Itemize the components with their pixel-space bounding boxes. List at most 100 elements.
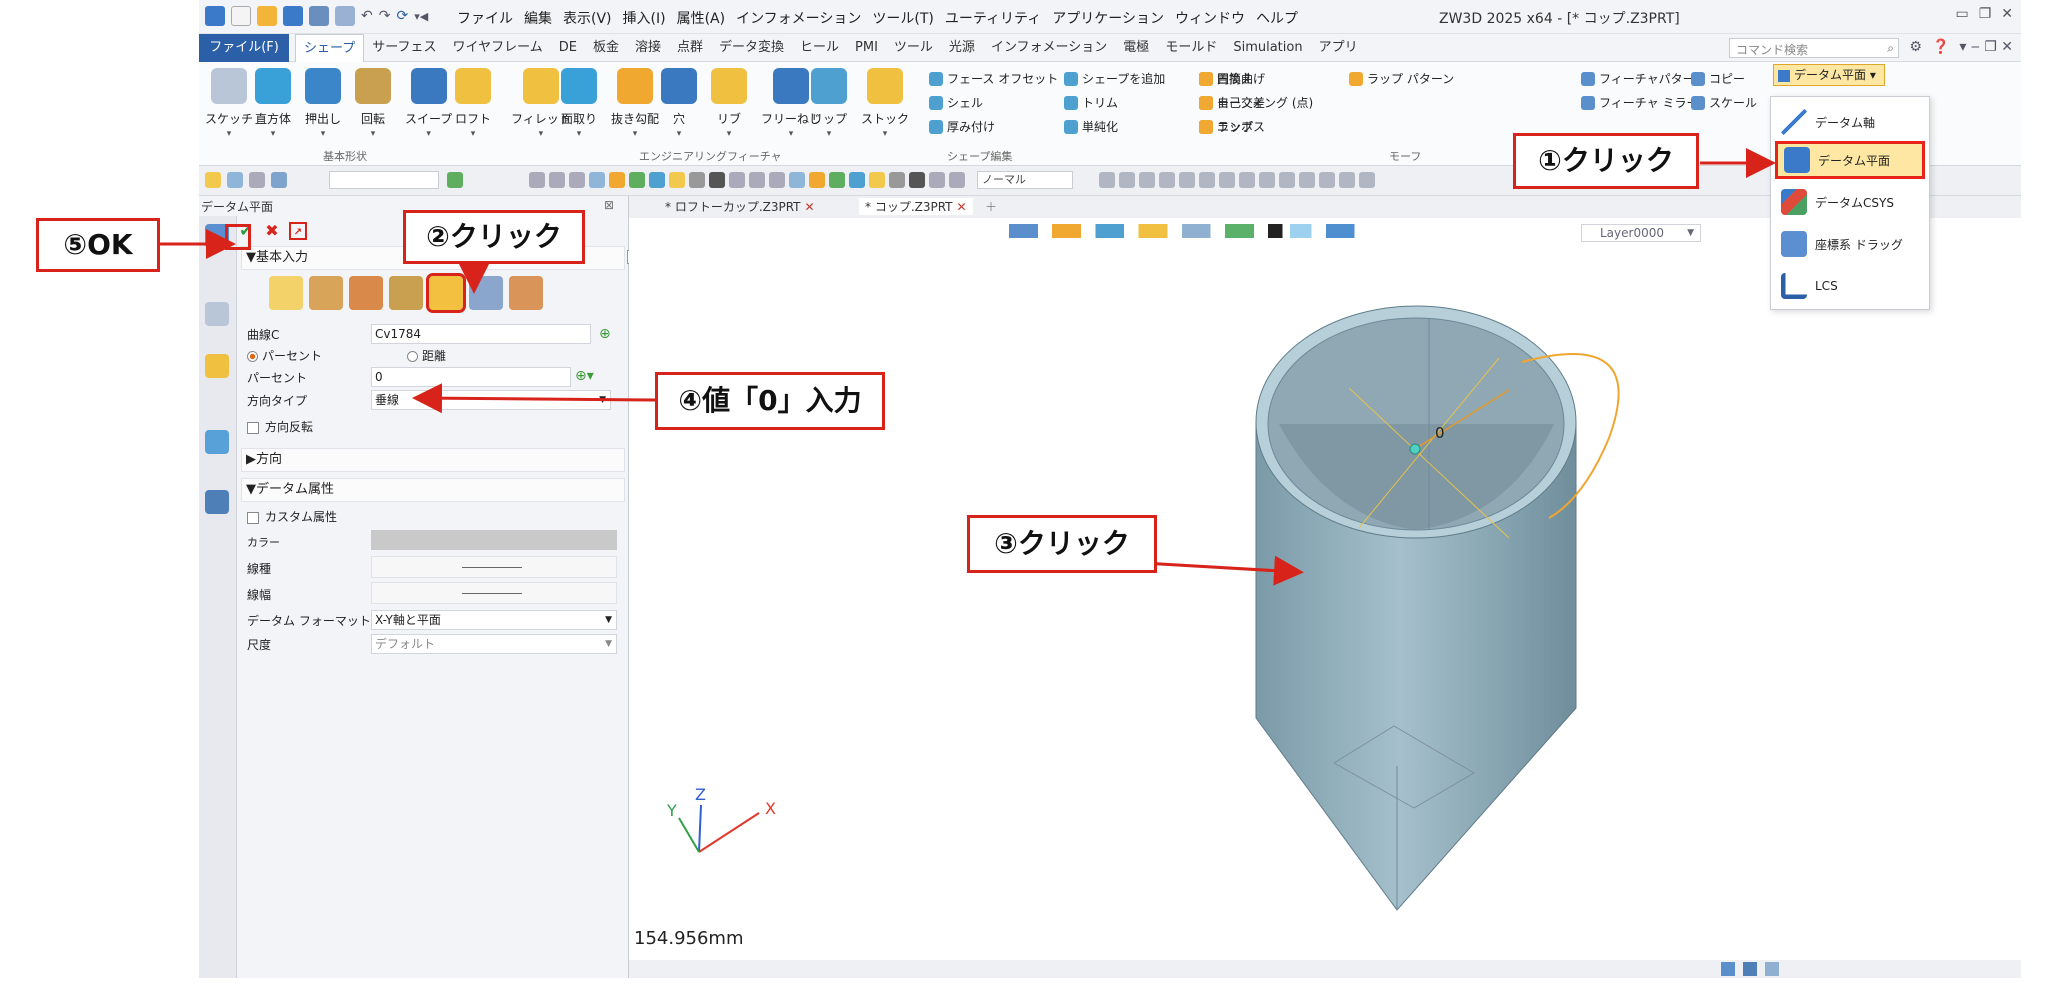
ribbon-btn-eng-6[interactable]: リップ ▾: [811, 68, 847, 139]
ribbon-tab-7[interactable]: データ変換: [711, 34, 792, 63]
new-file-icon[interactable]: [231, 6, 251, 26]
ribbon-small-morph_small-2[interactable]: ラップ: [1199, 118, 1253, 135]
command-search-input[interactable]: コマンド検索 ⌕: [1729, 38, 1899, 58]
toolbar-icon-12[interactable]: [769, 172, 785, 188]
curve-pick-icon[interactable]: ⊕: [599, 326, 611, 342]
toolbar-icon-15[interactable]: [829, 172, 845, 188]
view-tool-icon[interactable]: [271, 172, 287, 188]
menu-item-lcs[interactable]: LCS: [1775, 267, 1925, 305]
toolbar-icon-14[interactable]: [809, 172, 825, 188]
toolbar-icon-10[interactable]: [729, 172, 745, 188]
toolbar-icon-8[interactable]: [689, 172, 705, 188]
toolbar-icon-21[interactable]: [949, 172, 965, 188]
file-tab[interactable]: ファイル(F): [199, 34, 289, 62]
scale-select[interactable]: デフォルト ▼: [371, 634, 617, 654]
ribbon-small-pattern_small-1[interactable]: フィーチャ ミラー: [1581, 94, 1698, 111]
help-icon[interactable]: ❓: [1932, 39, 1949, 55]
ribbon-tab-15[interactable]: Simulation: [1225, 34, 1310, 63]
ribbon-tab-5[interactable]: 溶接: [627, 34, 669, 63]
menu-item-6[interactable]: ツール(T): [872, 8, 933, 28]
menu-item-4[interactable]: 属性(A): [677, 8, 726, 28]
redo-icon[interactable]: ↷: [379, 8, 391, 24]
section-datum-attributes[interactable]: ▼データム属性: [241, 478, 625, 502]
ribbon-btn-eng-7[interactable]: ストック ▾: [861, 68, 909, 139]
menu-item-9[interactable]: ウィンドウ: [1175, 8, 1245, 28]
ribbon-small-edit_small-2[interactable]: 厚み付け: [929, 118, 995, 135]
3d-viewport[interactable]: Layer0000 ▼ 0 X Z Y: [629, 218, 2021, 960]
menu-item-datum-plane[interactable]: データム平面: [1775, 141, 1925, 179]
ribbon-btn-basic-5[interactable]: ロフト ▾: [455, 68, 491, 139]
menu-item-10[interactable]: ヘルプ: [1256, 8, 1298, 28]
ribbon-minimize-icon[interactable]: ▾ ‒ ❐ ✕: [1959, 39, 2013, 55]
customize-dropdown-icon[interactable]: ▾◀: [414, 10, 428, 23]
status-view-icon[interactable]: [1721, 962, 1735, 976]
open-folder-icon[interactable]: [257, 6, 277, 26]
toolbar-icon-11[interactable]: [749, 172, 765, 188]
restore-icon[interactable]: ❐: [1979, 6, 1992, 22]
ribbon-tab-8[interactable]: ヒール: [792, 34, 847, 63]
format-select[interactable]: X-Y軸と平面 ▼: [371, 610, 617, 630]
minimize-icon[interactable]: ▭: [1955, 6, 1968, 22]
linewidth-select[interactable]: [371, 582, 617, 604]
ribbon-tab-12[interactable]: インフォメーション: [983, 34, 1115, 63]
ribbon-small-edit_small-4[interactable]: トリム: [1064, 94, 1118, 111]
toolbar-icon-2[interactable]: [569, 172, 585, 188]
flip-direction-checkbox[interactable]: 方向反転: [247, 418, 313, 435]
ribbon-btn-basic-0[interactable]: スケッチ ▾: [205, 68, 253, 139]
settings-icon[interactable]: ⚙: [1909, 39, 1922, 55]
save-icon[interactable]: [283, 6, 303, 26]
snap-tool-icon-10[interactable]: [1299, 172, 1315, 188]
menu-item-3[interactable]: 挿入(I): [623, 8, 666, 28]
toolbar-icon-7[interactable]: [669, 172, 685, 188]
menu-item-0[interactable]: ファイル: [457, 8, 513, 28]
ribbon-small-pattern_small-3[interactable]: スケール: [1691, 94, 1757, 111]
radio-percent[interactable]: パーセント: [247, 347, 322, 364]
line-tool-icon[interactable]: [249, 172, 265, 188]
ribbon-tab-14[interactable]: モールド: [1157, 34, 1225, 63]
toolbar-icon-19[interactable]: [909, 172, 925, 188]
snap-tool-icon-7[interactable]: [1239, 172, 1255, 188]
menu-item-1[interactable]: 編集: [524, 8, 552, 28]
ribbon-btn-eng-2[interactable]: 抜き勾配 ▾: [611, 68, 659, 139]
ribbon-small-morph_small-1[interactable]: モーフィング (点): [1199, 94, 1313, 111]
toolbar-icon-1[interactable]: [549, 172, 565, 188]
ribbon-btn-eng-1[interactable]: 面取り ▾: [561, 68, 597, 139]
method-two-plane-icon[interactable]: [309, 276, 343, 310]
curve-field[interactable]: Cv1784: [371, 324, 591, 344]
snap-tool-icon-0[interactable]: [1099, 172, 1115, 188]
ribbon-tab-4[interactable]: 板金: [585, 34, 627, 63]
menu-item-5[interactable]: インフォメーション: [736, 8, 861, 28]
ribbon-btn-basic-3[interactable]: 回転 ▾: [355, 68, 391, 139]
search-icon[interactable]: ⌕: [1887, 41, 1894, 56]
toolbar-icon-3[interactable]: [589, 172, 605, 188]
pick-filter-combo[interactable]: [329, 171, 439, 189]
toolbar-icon-13[interactable]: [789, 172, 805, 188]
menu-item-datum-axis[interactable]: データム軸: [1775, 103, 1925, 141]
new-tab-icon[interactable]: ＋: [985, 198, 997, 215]
cancel-x-icon[interactable]: ✖: [263, 222, 281, 240]
undo-icon[interactable]: ↶: [361, 8, 373, 24]
snap-tool-icon-2[interactable]: [1139, 172, 1155, 188]
snap-tool-icon-4[interactable]: [1179, 172, 1195, 188]
snap-tool-icon-3[interactable]: [1159, 172, 1175, 188]
ribbon-small-pattern_small-2[interactable]: コピー: [1691, 70, 1745, 87]
ribbon-tab-11[interactable]: 光源: [941, 34, 983, 63]
snap-tool-icon-6[interactable]: [1219, 172, 1235, 188]
menu-item-datum-csys[interactable]: データムCSYS: [1775, 183, 1925, 221]
snap-tool-icon-11[interactable]: [1319, 172, 1335, 188]
normal-filter-combo[interactable]: ノーマル: [977, 171, 1073, 189]
apply-icon[interactable]: ↗: [289, 222, 307, 240]
percent-spinner-icon[interactable]: ⊕▾: [575, 368, 594, 384]
doc-tab-loft-cup[interactable]: * ロフトーカップ.Z3PRT ✕: [665, 198, 815, 215]
method-three-point-icon[interactable]: [349, 276, 383, 310]
select-tool-icon[interactable]: [205, 172, 221, 188]
toolbar-icon-20[interactable]: [929, 172, 945, 188]
status-display-icon[interactable]: [1743, 962, 1757, 976]
ribbon-small-morph_small-3[interactable]: ラップ パターン: [1349, 70, 1454, 87]
display-tool-icon[interactable]: [447, 172, 463, 188]
refresh-icon[interactable]: ⟳: [396, 8, 408, 24]
toolbar-icon-4[interactable]: [609, 172, 625, 188]
menu-item-2[interactable]: 表示(V): [563, 8, 612, 28]
ribbon-small-pattern_small-0[interactable]: フィーチャパターン: [1581, 70, 1706, 87]
ribbon-small-morph_small-0[interactable]: 円筒曲げ: [1199, 70, 1265, 87]
